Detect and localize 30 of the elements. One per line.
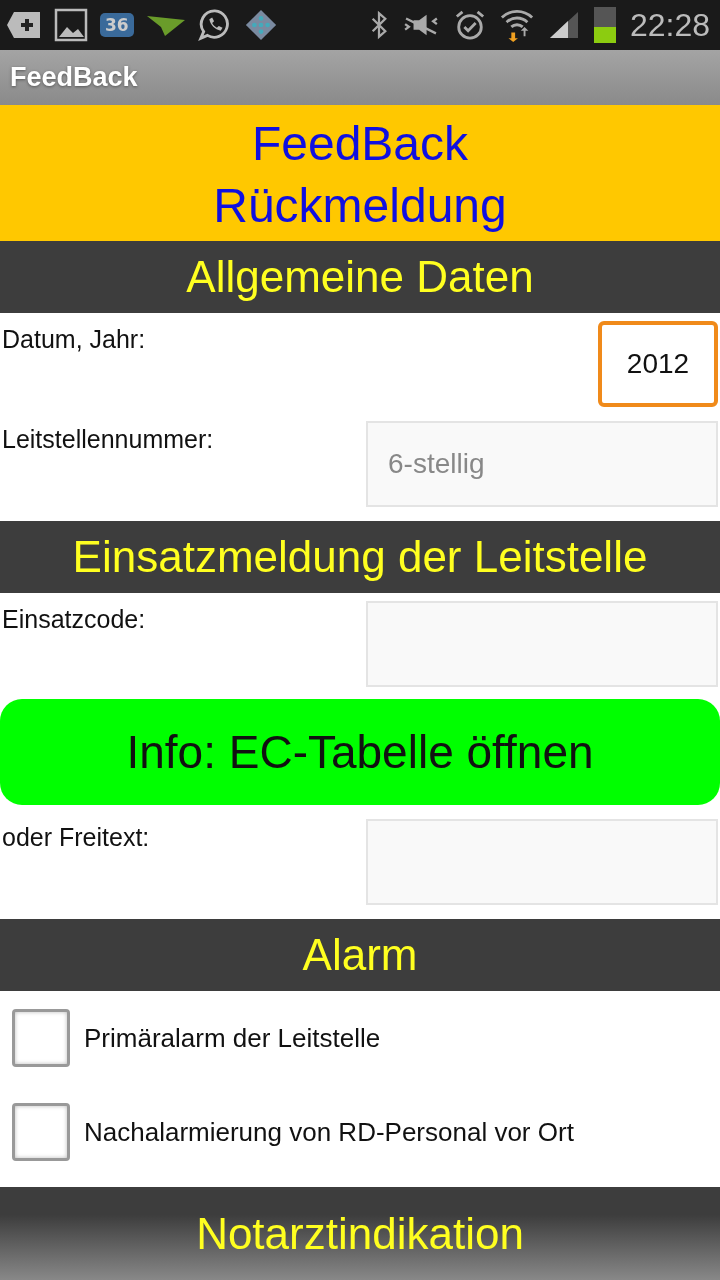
bluetooth-icon [369, 10, 388, 40]
input-field[interactable]: 2012 [598, 321, 718, 407]
clock: 22:28 [629, 6, 710, 44]
app-title: FeedBack [10, 62, 138, 93]
checkbox-label[interactable]: Primäralarm der Leitstelle [84, 1022, 381, 1054]
battery-icon [593, 7, 616, 43]
header-title: FeedBack [251, 116, 469, 172]
section-title: Allgemeine Daten [186, 252, 534, 302]
open-table-button[interactable]: Info: EC-Tabelle öffnen [0, 699, 720, 805]
checkbox[interactable] [12, 1009, 70, 1067]
section-title: Notarztindikation [196, 1208, 524, 1259]
alarm-icon [453, 9, 486, 41]
section-title: Alarm [302, 930, 418, 980]
section-title: Einsatzmeldung der Leitstelle [72, 532, 648, 582]
field-label: Datum, Jahr: [2, 324, 146, 354]
wifi-icon [499, 8, 534, 42]
input-field[interactable] [366, 601, 718, 687]
checkbox[interactable] [12, 1103, 70, 1161]
field-label: oder Freitext: [2, 822, 150, 852]
field-label: Einsatzcode: [2, 604, 146, 634]
notification-badge: 36 [100, 13, 134, 37]
add-tag-icon [6, 10, 42, 40]
app-icon [243, 8, 278, 42]
chat-phone-icon [197, 8, 232, 42]
input-field[interactable]: 6-stellig [366, 421, 718, 507]
header-title: Rückmeldung [213, 178, 507, 234]
input-field[interactable] [366, 819, 718, 905]
checkbox-label[interactable]: Nachalarmierung von RD-Personal vor Ort [84, 1116, 574, 1148]
image-icon [54, 8, 88, 42]
field-label: Leitstellennummer: [2, 424, 214, 454]
